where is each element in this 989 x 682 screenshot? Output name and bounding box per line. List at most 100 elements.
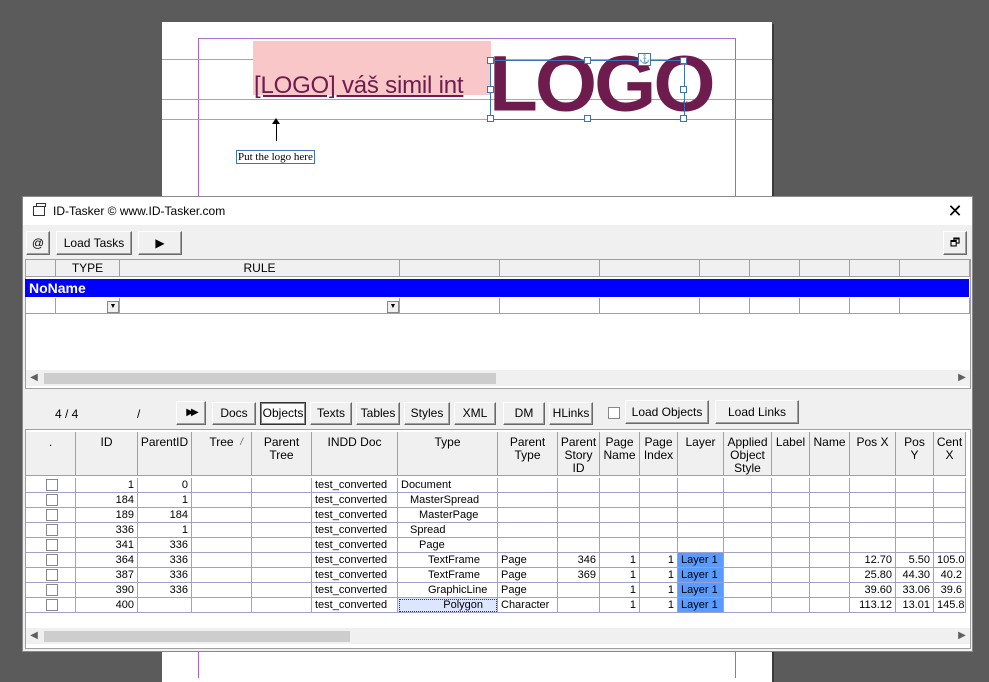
rule-dropdown-icon[interactable]: ▼ — [387, 301, 399, 313]
grid-header-cell[interactable]: Page Name — [600, 432, 640, 476]
grid-cell[interactable] — [772, 583, 810, 598]
grid-cell-page-index[interactable]: 1 — [640, 553, 678, 568]
grid-header-cell[interactable]: Name — [810, 432, 850, 476]
rule-cell[interactable] — [700, 298, 750, 314]
grid-cell[interactable] — [192, 508, 252, 523]
grid-cell-parent-type[interactable]: Page — [498, 583, 558, 598]
grid-cell-id[interactable]: 387 — [76, 568, 138, 583]
row-checkbox[interactable] — [46, 599, 58, 611]
grid-header-cell[interactable]: Parent Type — [498, 432, 558, 476]
grid-cell-doc[interactable]: test_converted — [312, 538, 398, 553]
objects-horizontal-scrollbar[interactable]: ◀ ▶ — [26, 628, 970, 644]
grid-cell-layer[interactable] — [678, 523, 724, 538]
grid-cell-pos-y[interactable] — [896, 478, 934, 493]
resize-handle[interactable] — [487, 86, 494, 93]
grid-header-cell[interactable]: Parent Tree — [252, 432, 312, 476]
grid-cell[interactable] — [26, 538, 76, 553]
rules-header-cell[interactable] — [26, 260, 56, 277]
tab-hlinks[interactable]: HLinks — [549, 402, 593, 425]
row-checkbox[interactable] — [46, 509, 58, 521]
grid-cell[interactable] — [26, 508, 76, 523]
grid-cell[interactable] — [192, 583, 252, 598]
grid-header-cell[interactable]: Cent X — [934, 432, 966, 476]
grid-cell-type[interactable]: TextFrame — [398, 553, 498, 568]
scroll-right-icon[interactable]: ▶ — [954, 628, 970, 644]
grid-cell-cent-x[interactable]: 145.8 — [934, 598, 966, 613]
scroll-left-icon[interactable]: ◀ — [26, 370, 42, 386]
grid-cell[interactable] — [772, 598, 810, 613]
grid-cell-parent-id[interactable]: 184 — [138, 508, 192, 523]
resize-handle[interactable] — [487, 57, 494, 64]
rule-cell[interactable] — [26, 298, 56, 314]
grid-cell[interactable] — [192, 538, 252, 553]
close-button[interactable]: ✕ — [944, 200, 966, 222]
grid-cell-pos-x[interactable] — [850, 538, 896, 553]
grid-header-cell[interactable]: Applied Object Style — [724, 432, 772, 476]
grid-cell-pos-x[interactable] — [850, 478, 896, 493]
rule-cell[interactable] — [850, 298, 900, 314]
rules-header-cell[interactable] — [500, 260, 600, 277]
grid-cell[interactable] — [192, 523, 252, 538]
grid-cell[interactable] — [26, 568, 76, 583]
rule-group-noname[interactable]: NoName — [25, 279, 969, 297]
grid-header-cell[interactable]: Parent Story ID — [558, 432, 600, 476]
rule-cell[interactable] — [120, 298, 400, 314]
grid-cell-layer[interactable] — [678, 538, 724, 553]
rules-header-cell[interactable] — [800, 260, 850, 277]
rule-cell[interactable] — [500, 298, 600, 314]
grid-cell[interactable] — [192, 478, 252, 493]
logo-placeholder-text[interactable]: [LOGO] váš simil int — [254, 72, 464, 100]
grid-cell-id[interactable]: 364 — [76, 553, 138, 568]
tab-dm[interactable]: DM — [503, 402, 545, 425]
rule-cell[interactable] — [400, 298, 500, 314]
grid-cell[interactable] — [252, 523, 312, 538]
grid-cell-page-index[interactable] — [640, 508, 678, 523]
grid-cell-story[interactable] — [558, 598, 600, 613]
tab-styles[interactable]: Styles — [404, 402, 450, 425]
grid-cell[interactable] — [192, 568, 252, 583]
grid-cell-parent-id[interactable]: 336 — [138, 568, 192, 583]
grid-cell-doc[interactable]: test_converted — [312, 478, 398, 493]
grid-cell-doc[interactable]: test_converted — [312, 508, 398, 523]
grid-cell-pos-y[interactable]: 44.30 — [896, 568, 934, 583]
grid-cell[interactable] — [252, 598, 312, 613]
grid-cell-id[interactable]: 400 — [76, 598, 138, 613]
grid-cell-story[interactable]: 369 — [558, 568, 600, 583]
grid-cell-layer[interactable]: Layer 1 — [678, 598, 724, 613]
grid-cell-parent-id[interactable]: 1 — [138, 493, 192, 508]
rules-header-cell[interactable] — [750, 260, 800, 277]
tab-texts[interactable]: Texts — [310, 402, 352, 425]
grid-cell-cent-x[interactable] — [934, 523, 966, 538]
grid-cell-type[interactable]: TextFrame — [398, 568, 498, 583]
grid-cell[interactable] — [724, 523, 772, 538]
grid-header-cell[interactable]: Pos X — [850, 432, 896, 476]
grid-cell-doc[interactable]: test_converted — [312, 598, 398, 613]
grid-cell[interactable] — [810, 583, 850, 598]
grid-cell-parent-id[interactable]: 1 — [138, 523, 192, 538]
grid-cell-id[interactable]: 189 — [76, 508, 138, 523]
resize-handle[interactable] — [584, 57, 591, 64]
grid-cell-pos-y[interactable] — [896, 538, 934, 553]
grid-cell-page-name[interactable] — [600, 538, 640, 553]
grid-cell[interactable] — [772, 538, 810, 553]
grid-cell[interactable] — [26, 598, 76, 613]
grid-cell-story[interactable]: 346 — [558, 553, 600, 568]
row-checkbox[interactable] — [46, 479, 58, 491]
play-button[interactable]: ▶ — [138, 231, 182, 255]
grid-cell-cent-x[interactable]: 105.0 — [934, 553, 966, 568]
grid-cell-pos-y[interactable] — [896, 508, 934, 523]
rules-header-cell[interactable] — [700, 260, 750, 277]
grid-cell-type[interactable]: Polygon — [398, 598, 498, 613]
grid-cell[interactable] — [810, 523, 850, 538]
grid-cell-pos-x[interactable]: 25.80 — [850, 568, 896, 583]
grid-cell-page-name[interactable] — [600, 508, 640, 523]
row-checkbox[interactable] — [46, 554, 58, 566]
grid-cell[interactable] — [252, 568, 312, 583]
grid-cell-type[interactable]: GraphicLine — [398, 583, 498, 598]
resize-handle[interactable] — [680, 86, 687, 93]
grid-cell[interactable] — [724, 553, 772, 568]
grid-cell-parent-type[interactable]: Page — [498, 553, 558, 568]
grid-cell[interactable] — [772, 523, 810, 538]
grid-cell-parent-id[interactable]: 0 — [138, 478, 192, 493]
grid-cell-page-name[interactable] — [600, 523, 640, 538]
